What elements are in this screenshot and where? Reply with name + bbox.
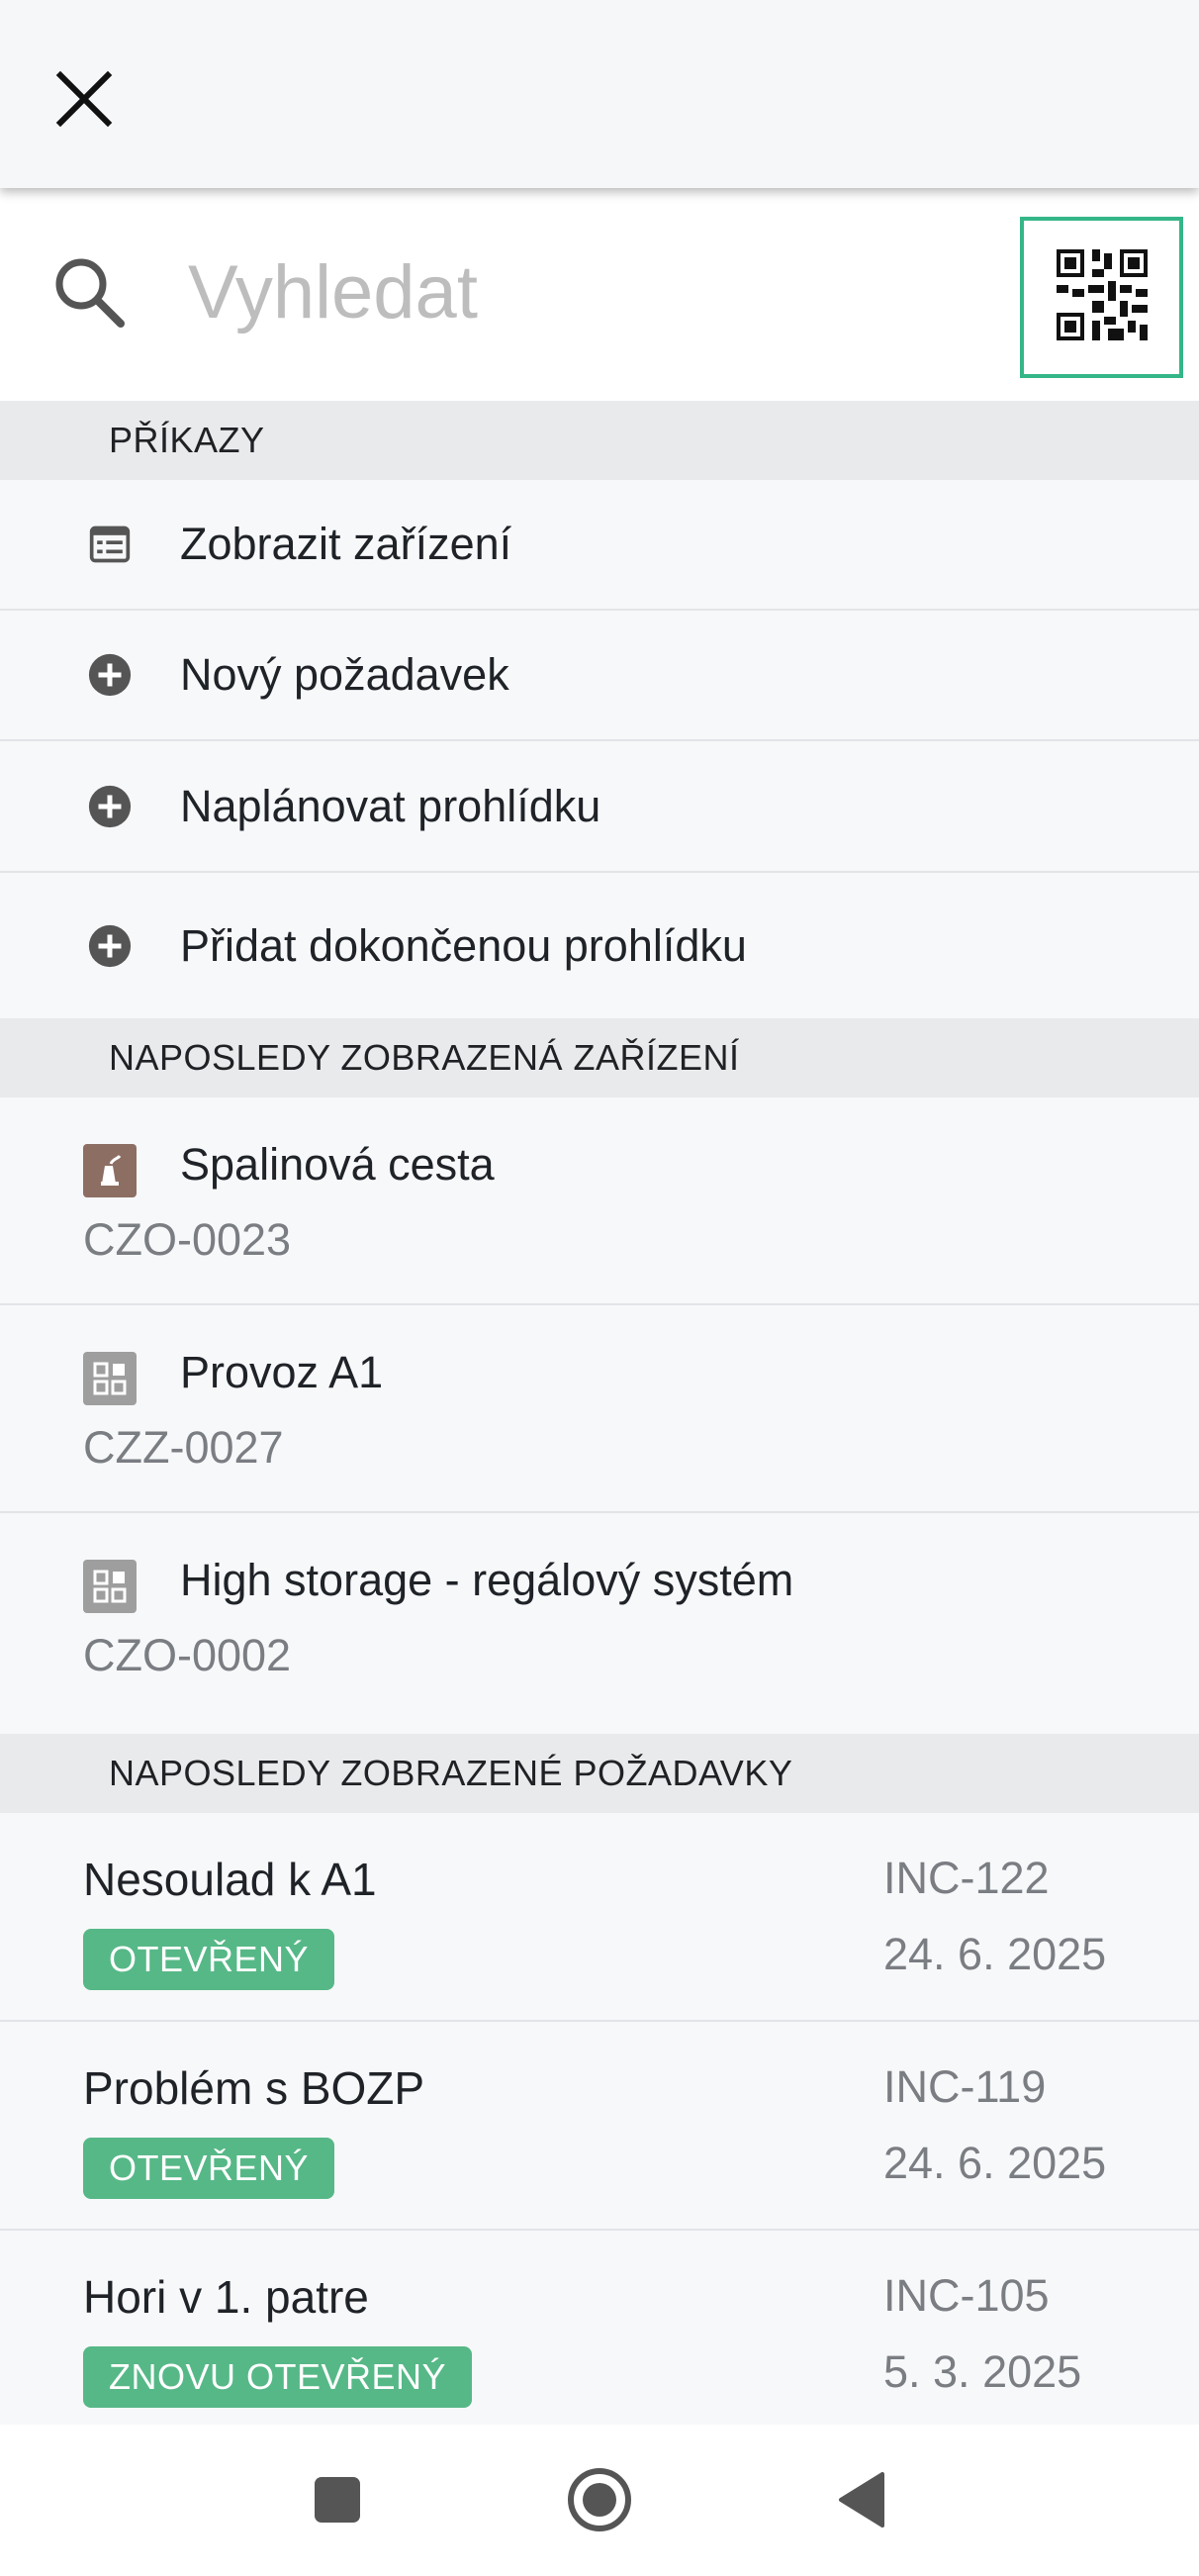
command-add-completed-inspection[interactable]: Přidat dokončenou prohlídku bbox=[0, 874, 1199, 1018]
section-header-recent-requests: NAPOSLEDY ZOBRAZENÉ POŽADAVKY bbox=[0, 1734, 1199, 1813]
system-navigation-bar bbox=[0, 2425, 1199, 2576]
add-circle-icon bbox=[85, 650, 135, 700]
qr-code-icon bbox=[1056, 249, 1148, 345]
request-date: 24. 6. 2025 bbox=[883, 1929, 1107, 1979]
circle-icon[interactable] bbox=[564, 2464, 635, 2535]
list-icon bbox=[85, 520, 135, 569]
request-date: 5. 3. 2025 bbox=[883, 2346, 1082, 2397]
request-title: Nesoulad k A1 bbox=[83, 1854, 377, 1905]
request-code: INC-105 bbox=[883, 2270, 1050, 2321]
request-date: 24. 6. 2025 bbox=[883, 2138, 1107, 2188]
section-header-recent-assets: NAPOSLEDY ZOBRAZENÁ ZAŘÍZENÍ bbox=[0, 1018, 1199, 1097]
command-label: Zobrazit zařízení bbox=[180, 519, 512, 569]
asset-name: Spalinová cesta bbox=[180, 1139, 495, 1190]
grid-asset-icon bbox=[83, 1352, 137, 1405]
add-circle-icon bbox=[85, 921, 135, 971]
qr-scan-button[interactable] bbox=[1020, 217, 1183, 378]
search-icon bbox=[49, 252, 129, 332]
asset-code: CZO-0002 bbox=[83, 1630, 292, 1680]
command-new-request[interactable]: Nový požadavek bbox=[0, 611, 1199, 741]
chimney-icon bbox=[83, 1144, 137, 1197]
asset-name: High storage - regálový systém bbox=[180, 1555, 794, 1605]
close-icon[interactable] bbox=[49, 64, 119, 134]
request-title: Hori v 1. patre bbox=[83, 2271, 369, 2323]
asset-code: CZZ-0027 bbox=[83, 1422, 284, 1473]
asset-name: Provoz A1 bbox=[180, 1347, 384, 1397]
add-circle-icon bbox=[85, 782, 135, 831]
status-badge: OTEVŘENÝ bbox=[83, 1929, 335, 1990]
status-badge: ZNOVU OTEVŘENÝ bbox=[83, 2346, 473, 2408]
square-icon[interactable] bbox=[302, 2464, 373, 2535]
top-app-bar bbox=[0, 0, 1199, 188]
command-label: Nový požadavek bbox=[180, 649, 509, 700]
recent-asset-item[interactable]: High storage - regálový systém CZO-0002 bbox=[0, 1513, 1199, 1734]
command-label: Přidat dokončenou prohlídku bbox=[180, 920, 747, 971]
recent-request-item[interactable]: Problém s BOZP OTEVŘENÝ INC-119 24. 6. 2… bbox=[0, 2022, 1199, 2231]
request-title: Problém s BOZP bbox=[83, 2062, 425, 2114]
triangle-back-icon[interactable] bbox=[826, 2464, 897, 2535]
recent-request-item[interactable]: Nesoulad k A1 OTEVŘENÝ INC-122 24. 6. 20… bbox=[0, 1813, 1199, 2022]
grid-asset-icon bbox=[83, 1560, 137, 1613]
search-input[interactable] bbox=[188, 238, 979, 346]
command-view-assets[interactable]: Zobrazit zařízení bbox=[0, 480, 1199, 611]
asset-code: CZO-0023 bbox=[83, 1214, 292, 1265]
command-label: Naplánovat prohlídku bbox=[180, 781, 601, 831]
recent-request-item[interactable]: Hori v 1. patre ZNOVU OTEVŘENÝ INC-105 5… bbox=[0, 2231, 1199, 2439]
section-header-commands: PŘÍKAZY bbox=[0, 401, 1199, 480]
request-code: INC-119 bbox=[883, 2061, 1047, 2112]
status-badge: OTEVŘENÝ bbox=[83, 2138, 335, 2199]
command-schedule-inspection[interactable]: Naplánovat prohlídku bbox=[0, 742, 1199, 873]
recent-asset-item[interactable]: Spalinová cesta CZO-0023 bbox=[0, 1097, 1199, 1305]
recent-asset-item[interactable]: Provoz A1 CZZ-0027 bbox=[0, 1305, 1199, 1513]
request-code: INC-122 bbox=[883, 1853, 1050, 1903]
